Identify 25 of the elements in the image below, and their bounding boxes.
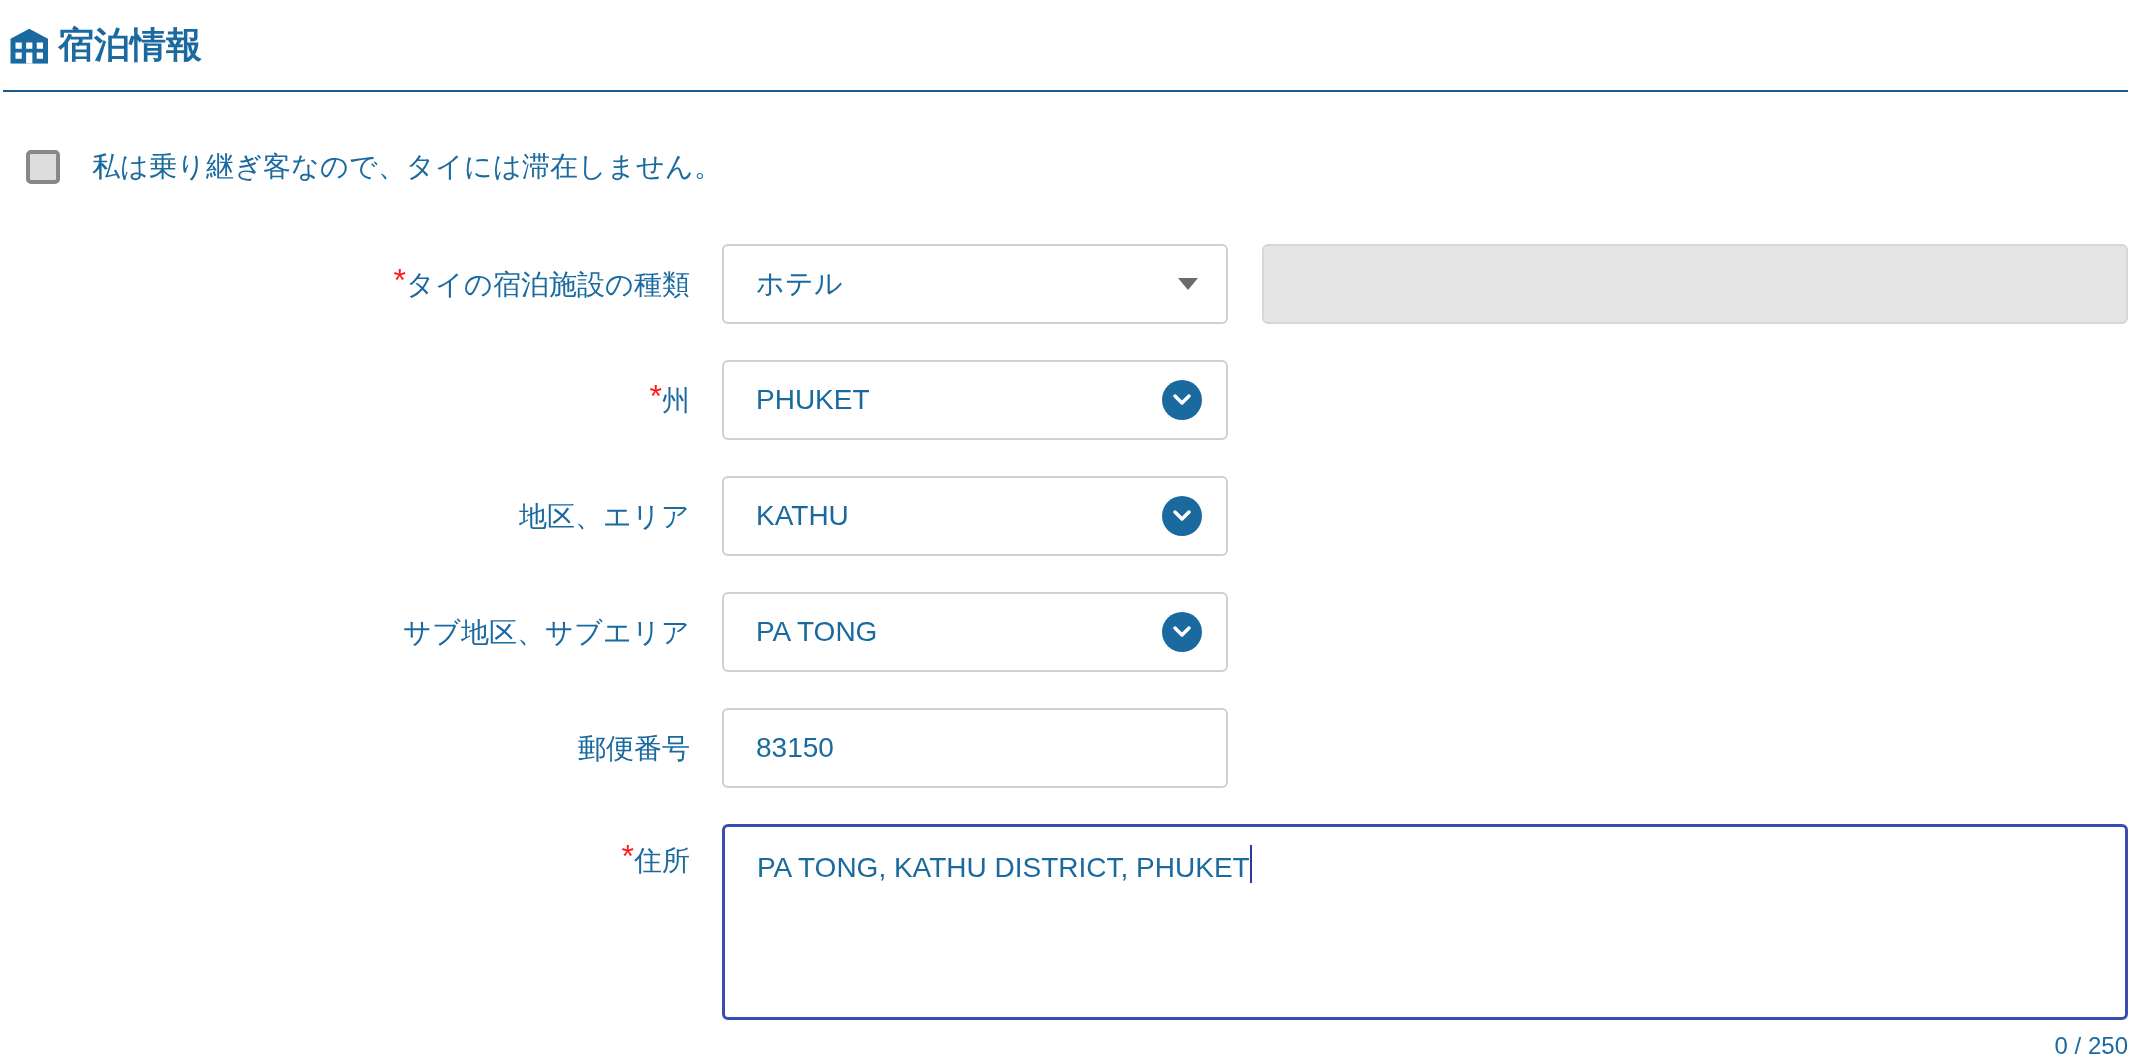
checkbox-label: 私は乗り継ぎ客なので、タイには滞在しません。	[92, 150, 722, 184]
required-mark: *	[393, 264, 406, 296]
chevron-down-icon	[1162, 380, 1202, 420]
field-label: サブ地区、サブエリア	[403, 616, 690, 650]
field-label: 住所	[634, 844, 690, 878]
dropdown-field[interactable]: ホテル	[722, 244, 1228, 324]
required-mark: *	[621, 840, 634, 872]
chevron-down-icon	[1162, 612, 1202, 652]
field-label: 地区、エリア	[519, 500, 690, 534]
select-field[interactable]: KATHU	[722, 476, 1228, 556]
required-mark: *	[649, 380, 662, 412]
character-counter: 0 / 250	[2054, 1031, 2128, 1061]
select-field[interactable]: PA TONG	[722, 592, 1228, 672]
field-label: タイの宿泊施設の種類	[406, 268, 690, 302]
field-label: 郵便番号	[578, 732, 690, 766]
input-field[interactable]: 83150	[722, 708, 1228, 788]
caret-icon	[1178, 278, 1198, 290]
checkbox[interactable]	[26, 150, 60, 184]
section-title: 宿泊情報	[58, 23, 202, 68]
hotel-icon	[8, 26, 51, 64]
select-field[interactable]: PHUKET	[722, 360, 1228, 440]
chevron-down-icon	[1162, 496, 1202, 536]
field-label: 州	[662, 384, 690, 418]
address-textarea[interactable]: PA TONG, KATHU DISTRICT, PHUKET	[722, 824, 2128, 1020]
text-cursor	[1249, 845, 1252, 883]
